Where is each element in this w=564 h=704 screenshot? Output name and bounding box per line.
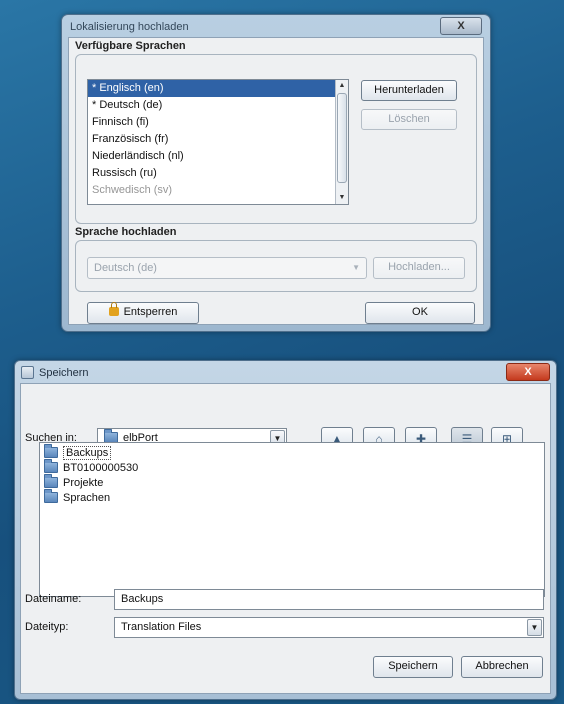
folder-icon <box>44 444 58 458</box>
upload-button[interactable]: Hochladen... <box>373 257 465 279</box>
upload-language-value: Deutsch (de) <box>94 262 157 274</box>
language-list[interactable]: * Englisch (en) * Deutsch (de) Finnisch … <box>87 79 349 205</box>
folder-icon <box>44 459 58 473</box>
file-name: Backups <box>63 446 112 460</box>
save-button[interactable]: Speichern <box>373 656 453 678</box>
file-name: Sprachen <box>63 492 111 504</box>
localization-upload-dialog: Lokalisierung hochladen X Verfügbare Spr… <box>61 14 491 332</box>
folder-icon <box>44 474 58 488</box>
list-item[interactable]: Sprachen <box>40 489 544 506</box>
list-item[interactable]: Russisch (ru) <box>88 165 348 182</box>
list-item[interactable]: * Deutsch (de) <box>88 97 348 114</box>
close-button[interactable]: X <box>440 17 482 35</box>
lock-icon <box>108 302 119 316</box>
list-item[interactable]: Projekte <box>40 474 544 491</box>
window-title: Speichern <box>39 367 89 379</box>
list-item[interactable]: Niederländisch (nl) <box>88 148 348 165</box>
save-dialog: Speichern X Suchen in: elbPort ▼ ▲ ⌂ ✚ ☰… <box>14 360 557 700</box>
file-name: Projekte <box>63 477 104 489</box>
chevron-down-icon: ▼ <box>352 263 360 272</box>
save-window-icon <box>21 366 34 379</box>
cancel-button[interactable]: Abbrechen <box>461 656 543 678</box>
upload-language-group-label: Sprache hochladen <box>75 226 177 238</box>
list-item[interactable]: Backups <box>40 444 544 461</box>
close-button[interactable]: X <box>506 363 550 381</box>
unlock-label: Entsperren <box>123 306 178 318</box>
list-item[interactable]: * Englisch (en) <box>88 80 348 97</box>
scroll-down-icon[interactable]: ▼ <box>336 192 348 204</box>
ok-button[interactable]: OK <box>365 302 475 324</box>
chevron-down-icon[interactable]: ▼ <box>527 619 542 636</box>
scroll-thumb[interactable] <box>337 93 347 183</box>
filetype-value: Translation Files <box>121 621 202 633</box>
filename-field[interactable]: Backups <box>114 589 544 610</box>
file-name: BT0100000530 <box>63 462 139 474</box>
dialog-client-area: Verfügbare Sprachen * Englisch (en) * De… <box>68 37 484 325</box>
unlock-button[interactable]: Entsperren <box>87 302 199 324</box>
scroll-up-icon[interactable]: ▲ <box>336 80 348 92</box>
list-item[interactable]: Schwedisch (sv) <box>88 182 348 199</box>
filetype-combo[interactable]: Translation Files ▼ <box>114 617 544 638</box>
list-item[interactable]: Finnisch (fi) <box>88 114 348 131</box>
filetype-label: Dateityp: <box>25 621 69 633</box>
delete-button[interactable]: Löschen <box>361 109 457 130</box>
file-list[interactable]: Backups BT0100000530 Projekte Sprachen <box>39 442 545 597</box>
window-title: Lokalisierung hochladen <box>70 21 189 33</box>
list-item[interactable]: Französisch (fr) <box>88 131 348 148</box>
download-button[interactable]: Herunterladen <box>361 80 457 101</box>
upload-language-combo[interactable]: Deutsch (de) ▼ <box>87 257 367 279</box>
list-item[interactable]: BT0100000530 <box>40 459 544 476</box>
list-scrollbar[interactable]: ▲ ▼ <box>335 80 348 204</box>
folder-icon <box>44 489 58 503</box>
available-languages-group-label: Verfügbare Sprachen <box>75 40 186 52</box>
filename-label: Dateiname: <box>25 593 82 605</box>
dialog-client-area: Suchen in: elbPort ▼ ▲ ⌂ ✚ ☰ ⊞ Backups B… <box>20 383 551 694</box>
